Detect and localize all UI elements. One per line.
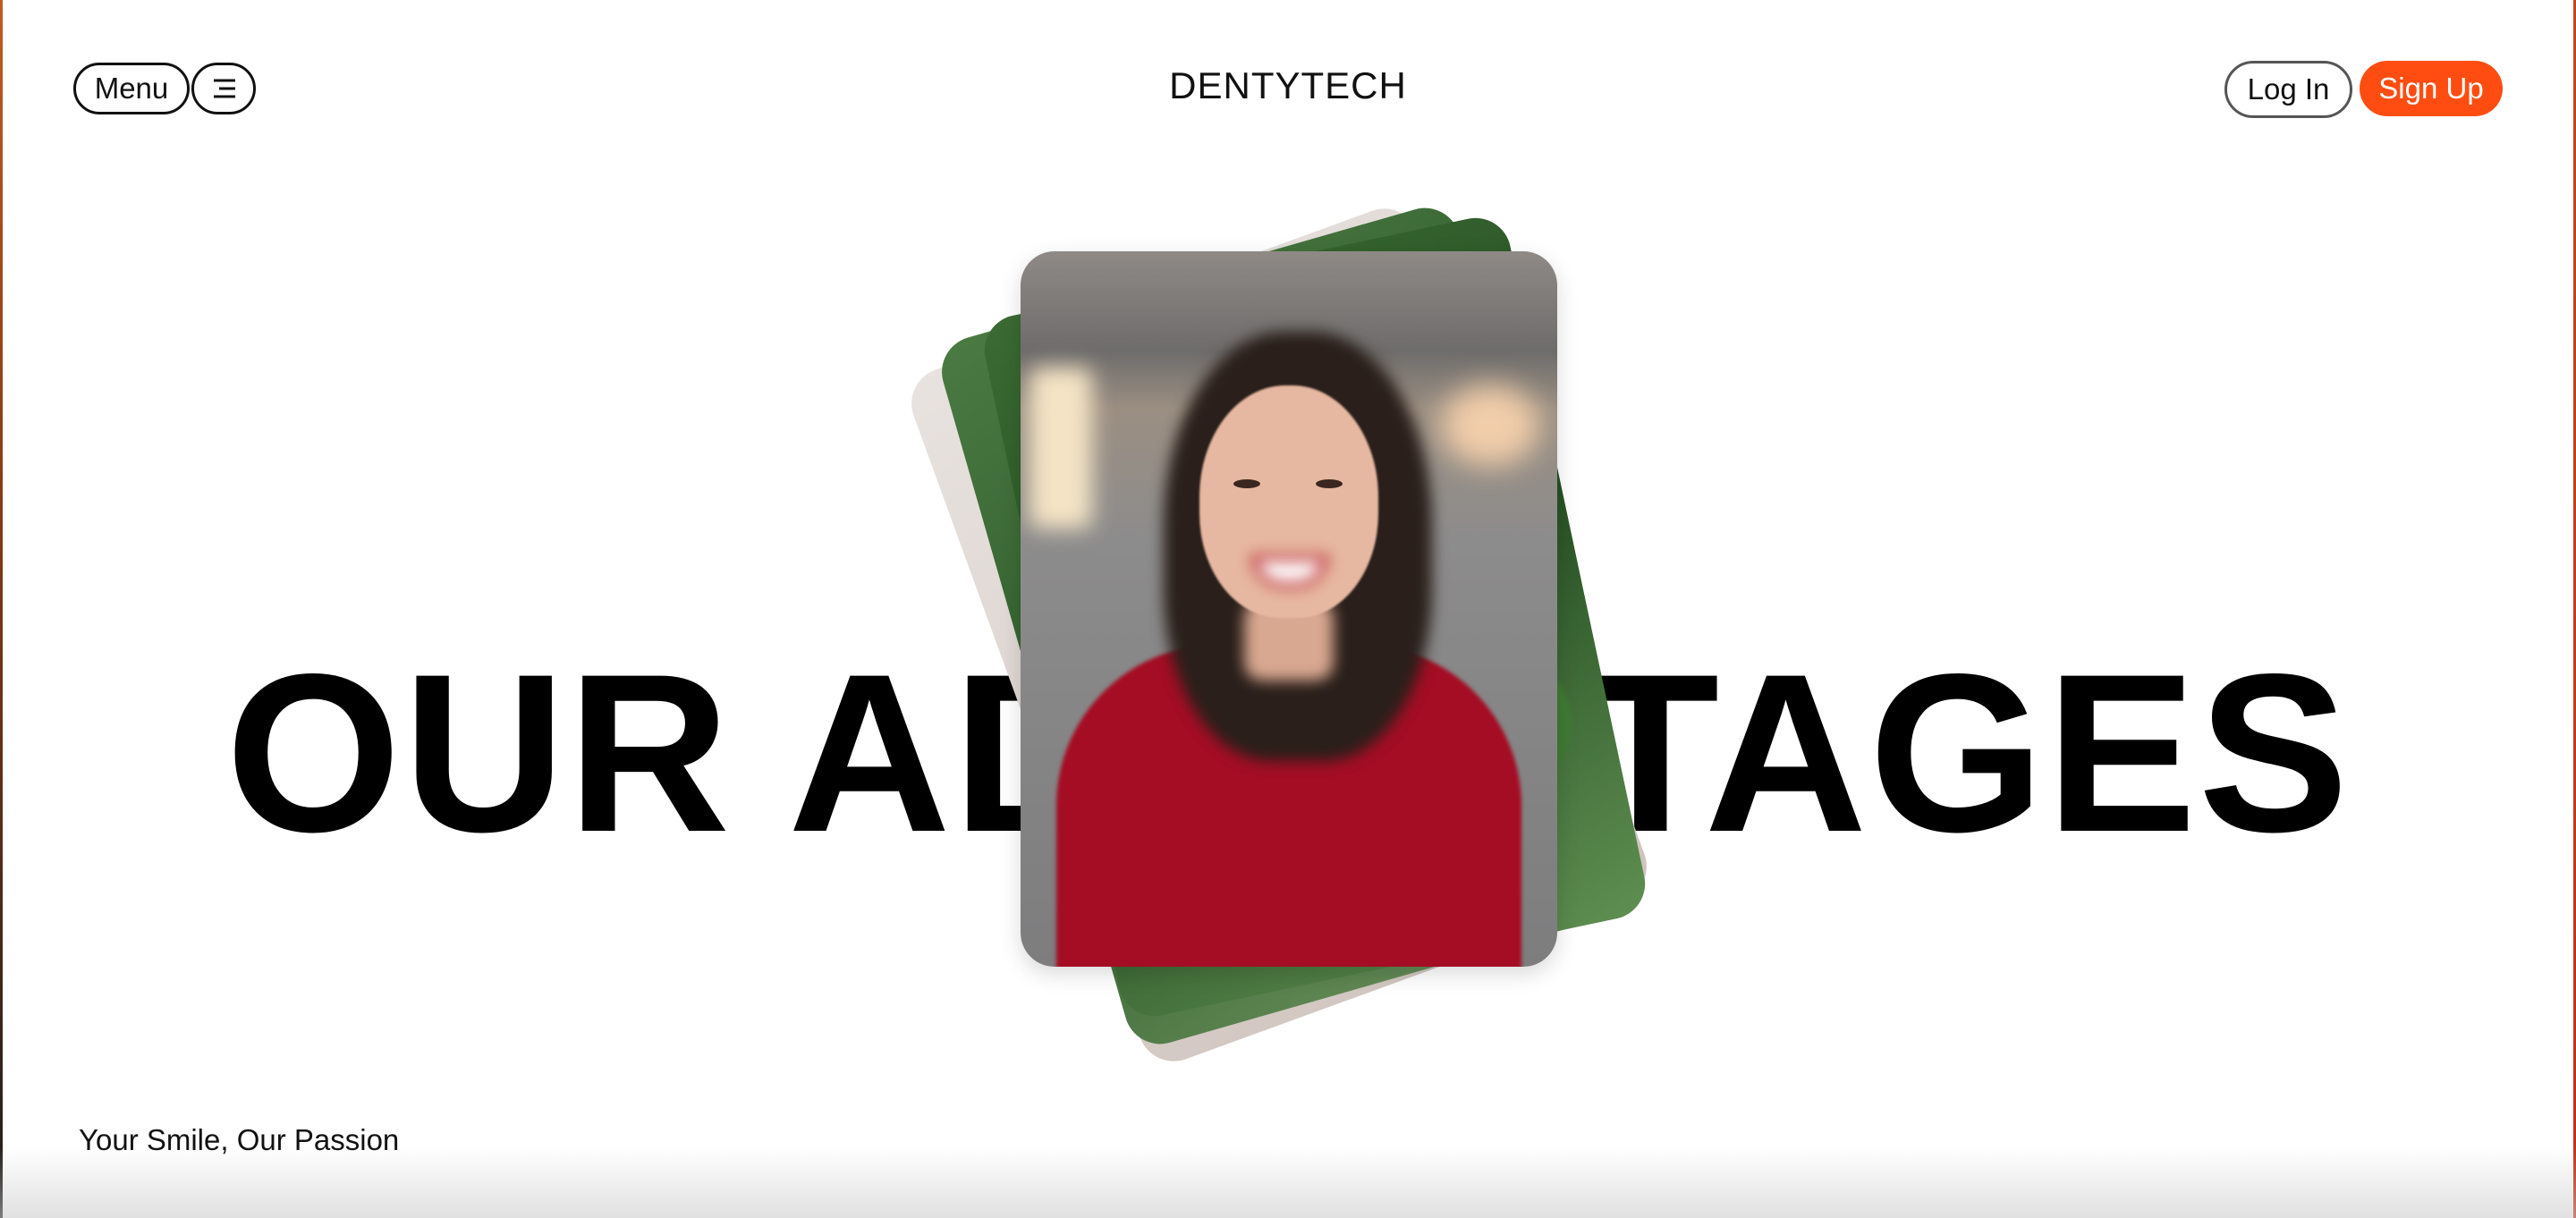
brand-logo[interactable]: DENTYTECH [0, 64, 2576, 107]
background-light [1030, 368, 1092, 529]
login-button[interactable]: Log In [2224, 61, 2352, 118]
background-light [1441, 385, 1539, 466]
featured-photo-card[interactable] [1021, 251, 1557, 967]
bottom-shadow [0, 1146, 2576, 1218]
auth-buttons: Log In Sign Up [2224, 61, 2503, 118]
photo-eye [1233, 479, 1260, 488]
top-navigation: Menu DENTYTECH Log In Sign Up [0, 0, 2576, 179]
window-edge-left [0, 0, 3, 1218]
signup-button[interactable]: Sign Up [2360, 61, 2503, 116]
photo-eye [1316, 479, 1343, 488]
